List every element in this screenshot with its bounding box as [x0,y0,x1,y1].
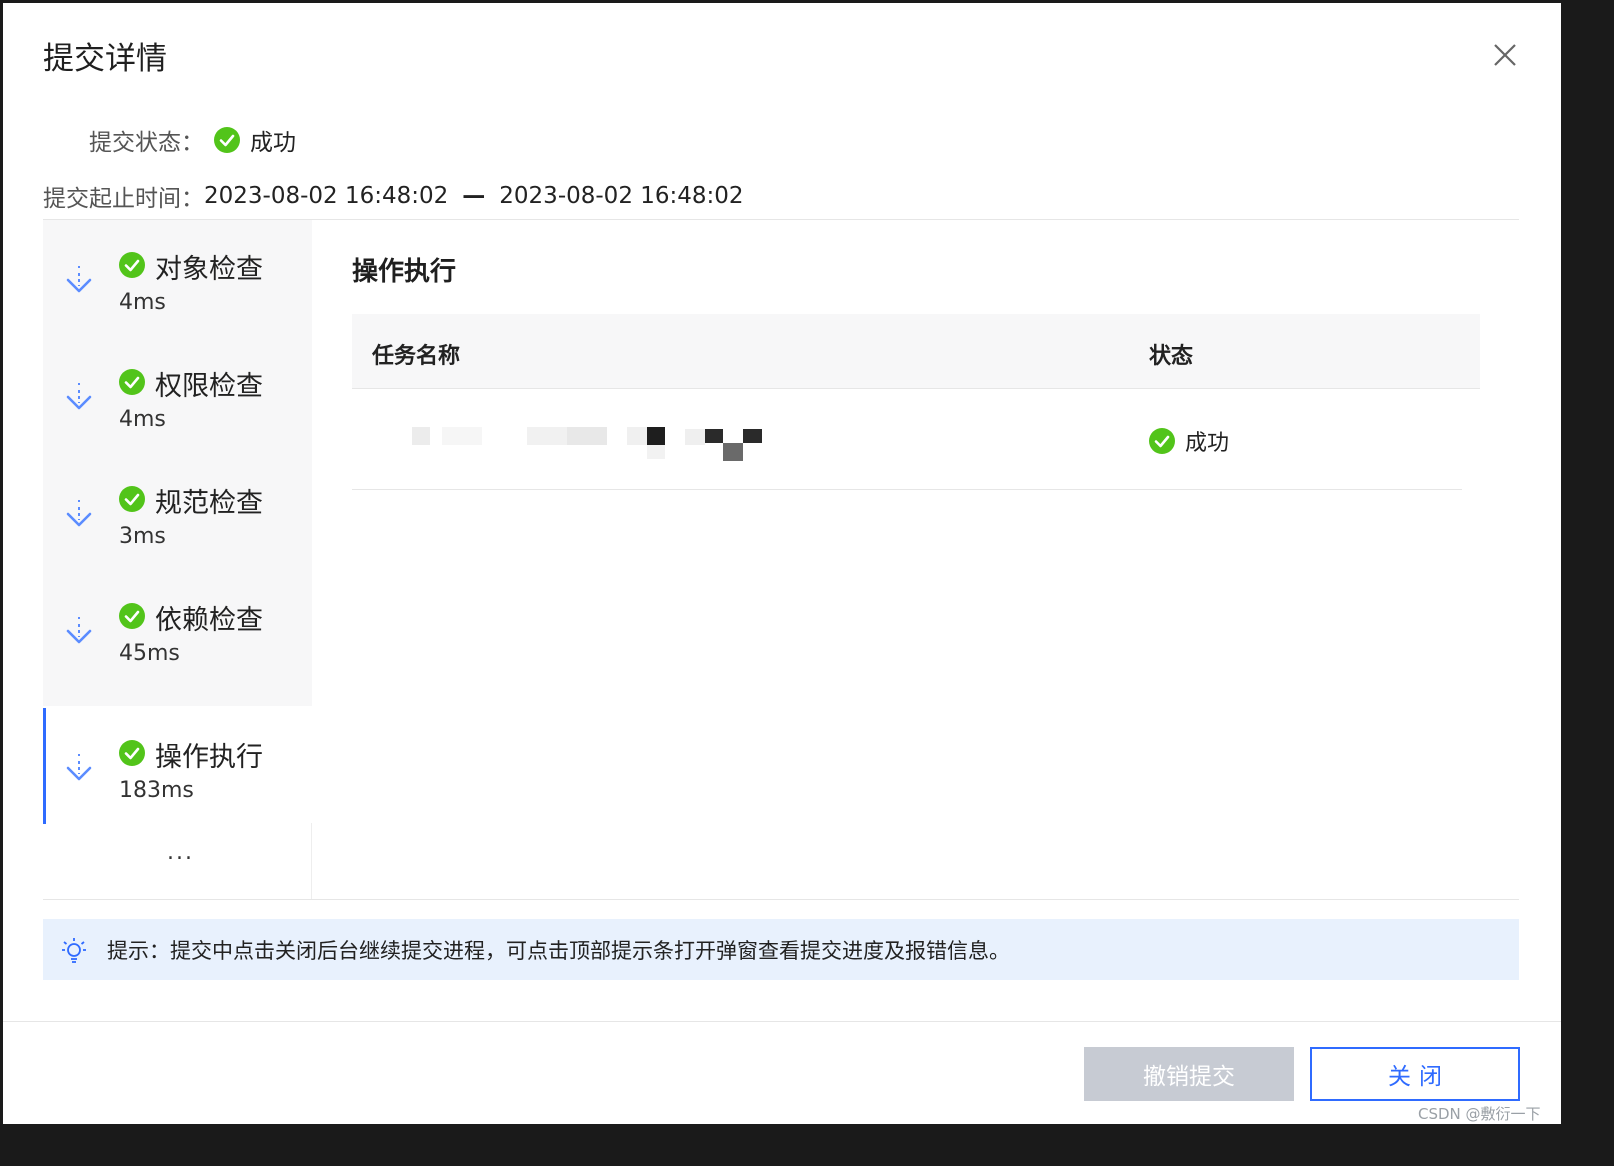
submit-status-label: 提交状态： [89,130,204,156]
close-icon[interactable] [1489,39,1521,71]
arrow-down-icon [66,383,92,410]
redacted-task-name [402,423,762,463]
sidebar-divider [311,823,312,899]
task-table: 任务名称 状态 成功 [352,314,1480,490]
revoke-submit-button[interactable]: 撤销提交 [1084,1047,1294,1101]
success-check-icon [119,369,145,395]
step-name: 规范检查 [155,488,263,519]
step-name: 操作执行 [155,742,263,773]
step-name: 对象检查 [155,254,263,285]
tip-banner: 提示：提交中点击关闭后台继续提交进程，可点击顶部提示条打开弹窗查看提交进度及报错… [43,919,1519,980]
submit-start-time: 2023-08-02 16:48:02 [204,183,449,209]
arrow-down-icon [66,617,92,644]
submit-end-time: 2023-08-02 16:48:02 [499,183,744,209]
success-check-icon [119,252,145,278]
step-operation-execute[interactable]: 操作执行 183ms [43,708,312,824]
step-duration: 4ms [119,407,166,432]
submit-time-label: 提交起止时间： [43,186,204,212]
submit-status-row: 提交状态： 成功 [89,123,296,157]
footer-divider [3,1021,1561,1022]
arrow-down-icon [66,754,92,781]
tip-text: 提示：提交中点击关闭后台继续提交进程，可点击顶部提示条打开弹窗查看提交进度及报错… [107,938,1010,963]
table-header: 任务名称 状态 [352,314,1480,389]
step-duration: 3ms [119,524,166,549]
column-header-task-name: 任务名称 [372,344,461,369]
success-check-icon [214,127,240,153]
submit-detail-dialog: 提交详情 提交状态： 成功 提交起止时间： 2023-08-02 16:48:0… [3,3,1561,1124]
dialog-title: 提交详情 [43,41,167,77]
submit-status-value: 成功 [250,130,296,156]
step-name: 权限检查 [155,371,263,402]
step-permission-check[interactable]: 权限检查 4ms [43,337,312,453]
step-spec-check[interactable]: 规范检查 3ms [43,454,312,570]
steps-sidebar: 对象检查 4ms 权限检查 4ms 规范检查 3ms 依赖检查 45ms 操作执… [43,220,312,900]
step-dependency-check[interactable]: 依赖检查 45ms [43,571,312,687]
arrow-down-icon [66,500,92,527]
steps-more: ... [167,840,194,865]
close-button[interactable]: 关闭 [1310,1047,1520,1101]
row-status-text: 成功 [1185,431,1230,456]
success-check-icon [119,603,145,629]
lightbulb-icon [62,937,86,963]
step-duration: 45ms [119,641,180,666]
time-separator: — [462,183,486,209]
step-object-check[interactable]: 对象检查 4ms [43,220,312,336]
active-indicator [43,708,46,824]
submit-time-row: 提交起止时间： 2023-08-02 16:48:02 — 2023-08-02… [43,179,744,213]
step-duration: 4ms [119,290,166,315]
success-check-icon [119,486,145,512]
content-title: 操作执行 [352,257,457,287]
step-name: 依赖检查 [155,605,263,636]
arrow-down-icon [66,266,92,293]
step-duration: 183ms [119,778,194,803]
table-row: 成功 [352,389,1462,490]
row-status: 成功 [1149,425,1229,457]
credit-watermark: CSDN @敷衍一下 [1418,1105,1541,1123]
divider [43,899,1519,900]
success-check-icon [119,740,145,766]
column-header-status: 状态 [1149,344,1194,369]
success-check-icon [1149,428,1175,454]
